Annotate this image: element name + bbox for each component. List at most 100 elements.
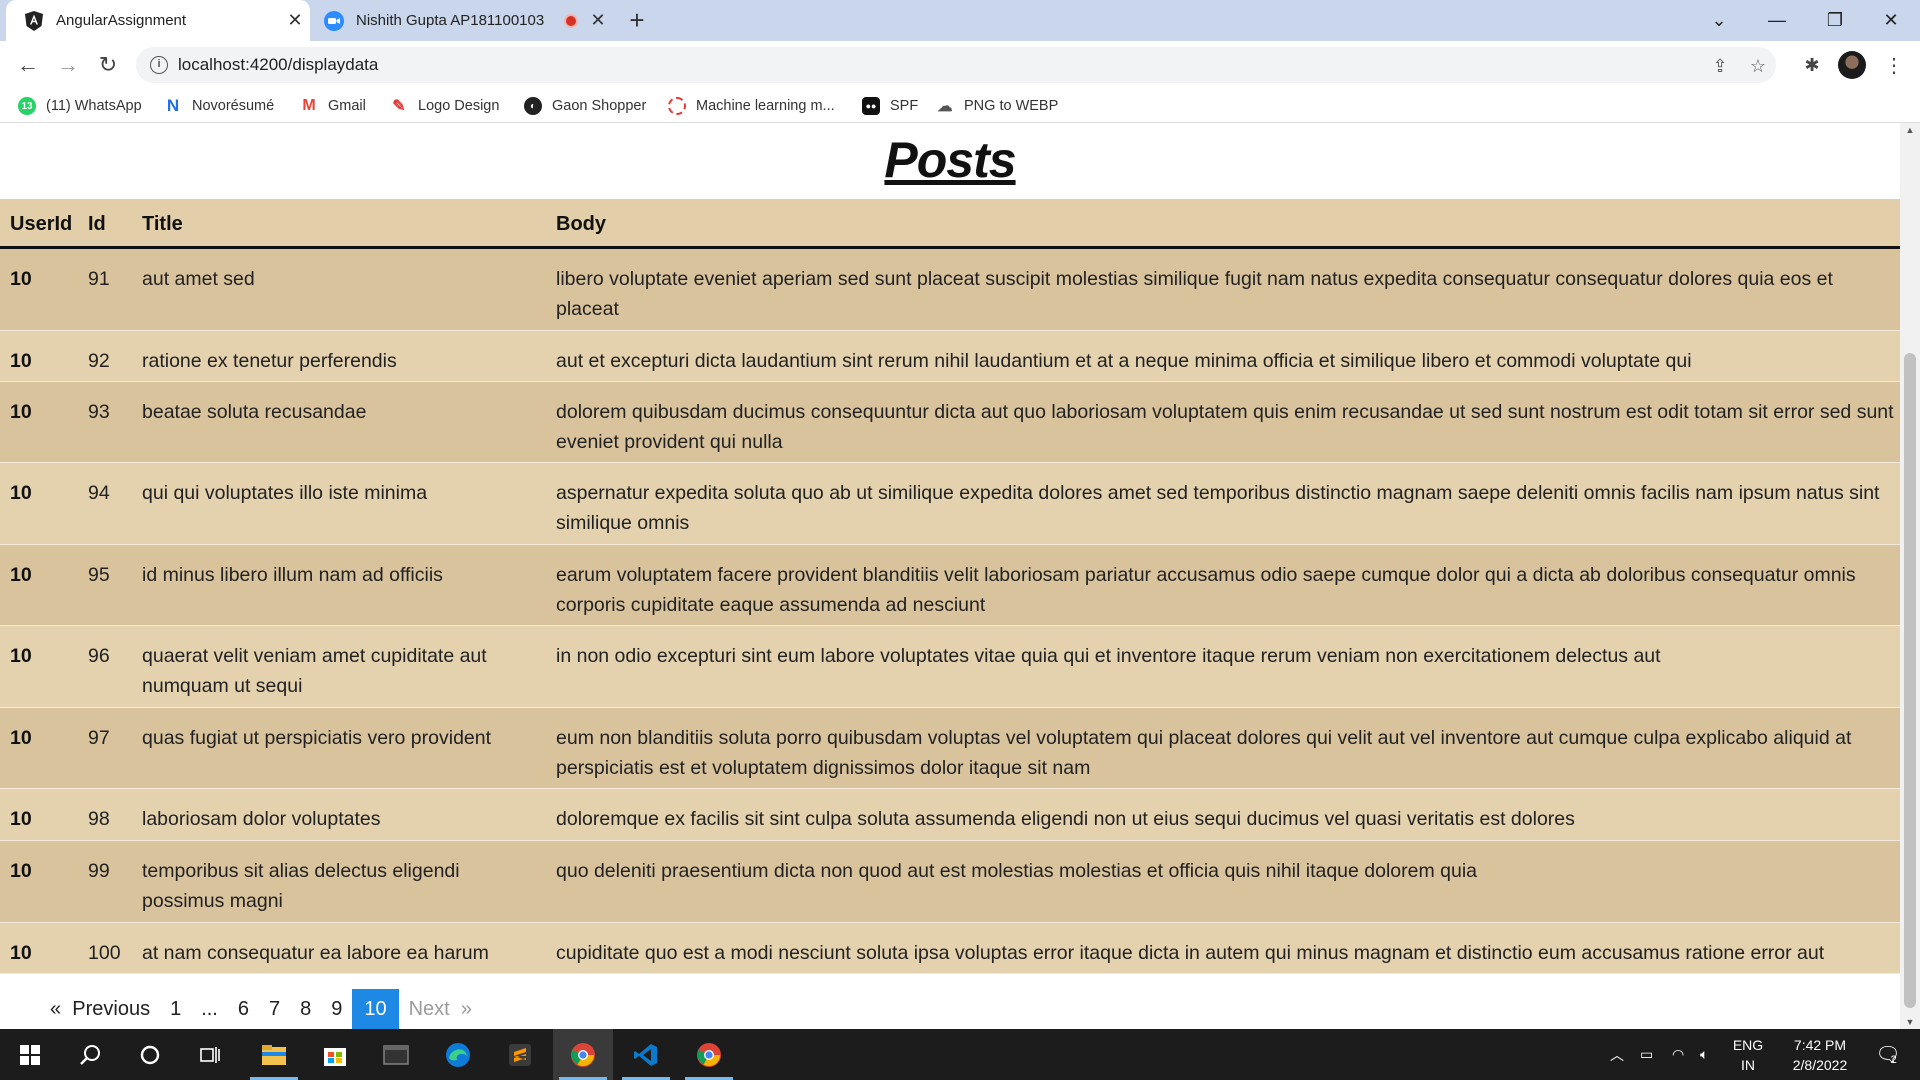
forward-icon[interactable]: → [52,49,84,81]
tab-zoom-meeting[interactable]: Nishith Gupta AP181100103 ✕ [312,0,608,41]
battery-icon[interactable]: ▭ [1640,1029,1653,1080]
sublime-text-icon[interactable] [490,1029,550,1080]
tab-search-icon[interactable]: ⌄ [1690,0,1748,41]
cell-id: 94 [88,482,110,504]
close-window-icon[interactable]: ✕ [1862,0,1920,41]
cell-title: ratione ex tenetur perferendis [142,350,397,372]
cell-title: quas fugiat ut perspiciatis vero provide… [142,727,492,749]
scroll-up-icon[interactable]: ▲ [1900,125,1920,135]
zoom-icon [324,10,344,31]
bookmark-gaon-shopper[interactable]: ◐ Gaon Shopper [524,94,646,118]
chrome-profile-icon[interactable] [679,1029,739,1080]
next-label: Next [408,998,450,1020]
bookmark-novoresume[interactable]: N Novorésumé [164,94,274,118]
bookmark-label: SPF [890,98,919,114]
bookmark-gmail[interactable]: M Gmail [300,94,366,118]
back-icon[interactable]: ← [12,49,44,81]
page-link-8[interactable]: 8 [290,989,321,1029]
page-link-9[interactable]: 9 [321,989,352,1029]
page-link-current[interactable]: 10 [352,989,399,1029]
microsoft-store-icon[interactable] [305,1029,365,1080]
cell-title: quaerat velit veniam amet cupiditate aut… [142,645,487,697]
scrollbar-thumb[interactable] [1904,353,1916,1008]
cell-body: aut et excepturi dicta laudantium sint r… [556,350,1692,372]
chevron-right-icon: » [460,998,472,1020]
restore-icon[interactable]: ❐ [1806,0,1864,41]
edge-icon[interactable] [428,1029,488,1080]
language-indicator[interactable]: ENG IN [1728,1035,1768,1075]
cell-id: 95 [88,564,110,586]
table-row: 10 96 quaerat velit veniam amet cupidita… [0,626,1900,708]
cell-body: doloremque ex facilis sit sint culpa sol… [556,808,1575,830]
new-tab-button[interactable]: + [622,6,652,36]
column-header-body: Body [556,213,606,235]
clock[interactable]: 7:42 PM 2/8/2022 [1770,1035,1870,1075]
pagination-previous[interactable]: « Previous [40,989,160,1029]
file-explorer-icon[interactable] [244,1029,304,1080]
bookmark-whatsapp[interactable]: 13 (11) WhatsApp [18,94,142,118]
chrome-icon[interactable] [553,1029,613,1080]
cell-title: aut amet sed [142,268,255,290]
windows-start-icon[interactable] [0,1029,60,1080]
address-bar[interactable]: i localhost:4200/displaydata ⇪ ☆ [136,47,1776,83]
reload-icon[interactable]: ↻ [92,49,124,81]
table-row: 10 94 qui qui voluptates illo iste minim… [0,463,1900,545]
notification-center-icon[interactable]: 🗨︎ 2 [1866,1029,1906,1080]
cell-body: cupiditate quo est a modi nesciunt solut… [556,942,1825,964]
close-icon[interactable]: ✕ [588,10,608,31]
tab-angular-assignment[interactable]: AngularAssignment ✕ [6,0,310,41]
volume-icon[interactable]: 🔈︎ [1700,1029,1708,1080]
table-header: UserId Id Title Body [0,199,1900,249]
table-row: 10 100 at nam consequatur ea labore ea h… [0,923,1900,974]
table-row: 10 98 laboriosam dolor voluptates dolore… [0,789,1900,841]
posts-table: UserId Id Title Body 10 91 aut amet sed … [0,199,1900,974]
cell-id: 100 [88,942,121,964]
minimize-icon[interactable]: — [1748,0,1806,41]
cell-title: laboriosam dolor voluptates [142,808,381,830]
bookmark-label: Logo Design [418,98,500,114]
table-row: 10 97 quas fugiat ut perspiciatis vero p… [0,708,1900,789]
chevron-left-icon: « [50,998,62,1020]
logo-design-icon: ✎ [392,98,406,115]
recording-icon [564,13,578,28]
bookmark-star-icon[interactable]: ☆ [1746,55,1770,79]
column-header-id: Id [88,213,106,235]
search-icon[interactable] [60,1029,120,1080]
profile-avatar[interactable] [1838,51,1866,79]
page-link-7[interactable]: 7 [259,989,290,1029]
terminal-icon[interactable] [366,1029,426,1080]
windows-taskbar: ︿ ▭ ◠ 🔈︎ ENG IN 7:42 PM 2/8/2022 🗨︎ 2 [0,1029,1920,1080]
cortana-icon[interactable] [120,1029,180,1080]
cell-userid: 10 [10,350,32,372]
url-text[interactable]: localhost:4200/displaydata [178,55,378,75]
extensions-icon[interactable]: ✱ [1800,55,1824,79]
bookmark-label: Machine learning m... [696,98,835,114]
vscode-icon[interactable] [616,1029,676,1080]
notification-count: 2 [1890,1053,1897,1066]
show-hidden-icons-chevron-up-icon[interactable]: ︿ [1610,1029,1624,1080]
pagination-next[interactable]: Next » [399,989,482,1029]
scroll-down-icon[interactable]: ▼ [1900,1017,1920,1027]
bookmark-logo-design[interactable]: ✎ Logo Design [390,94,499,118]
cell-id: 98 [88,808,110,830]
cell-userid: 10 [10,401,32,423]
page-link-1[interactable]: 1 [160,989,191,1029]
page-link-6[interactable]: 6 [228,989,259,1029]
task-view-icon[interactable] [180,1029,240,1080]
browser-toolbar: ← → ↻ i localhost:4200/displaydata ⇪ ☆ ✱… [0,41,1920,88]
cell-userid: 10 [10,727,32,749]
more-menu-icon[interactable]: ⋮ [1884,53,1904,78]
bookmark-png-to-webp[interactable]: ☁ PNG to WEBP [936,94,1059,118]
close-icon[interactable]: ✕ [280,10,310,31]
wifi-icon[interactable]: ◠ [1672,1029,1684,1080]
gmail-icon: M [302,97,316,114]
share-icon[interactable]: ⇪ [1708,55,1732,79]
site-info-icon[interactable]: i [150,56,168,74]
bookmark-spf[interactable]: ●● SPF [862,94,918,118]
bookmark-machine-learning[interactable]: Machine learning m... [668,94,835,118]
bookmark-label: Gaon Shopper [552,98,647,114]
png-to-webp-icon: ☁ [937,98,953,115]
page-scrollbar[interactable]: ▲ ▼ [1900,123,1920,1029]
column-header-userid: UserId [10,213,73,235]
bookmarks-bar: 13 (11) WhatsApp N Novorésumé M Gmail ✎ … [0,88,1920,123]
